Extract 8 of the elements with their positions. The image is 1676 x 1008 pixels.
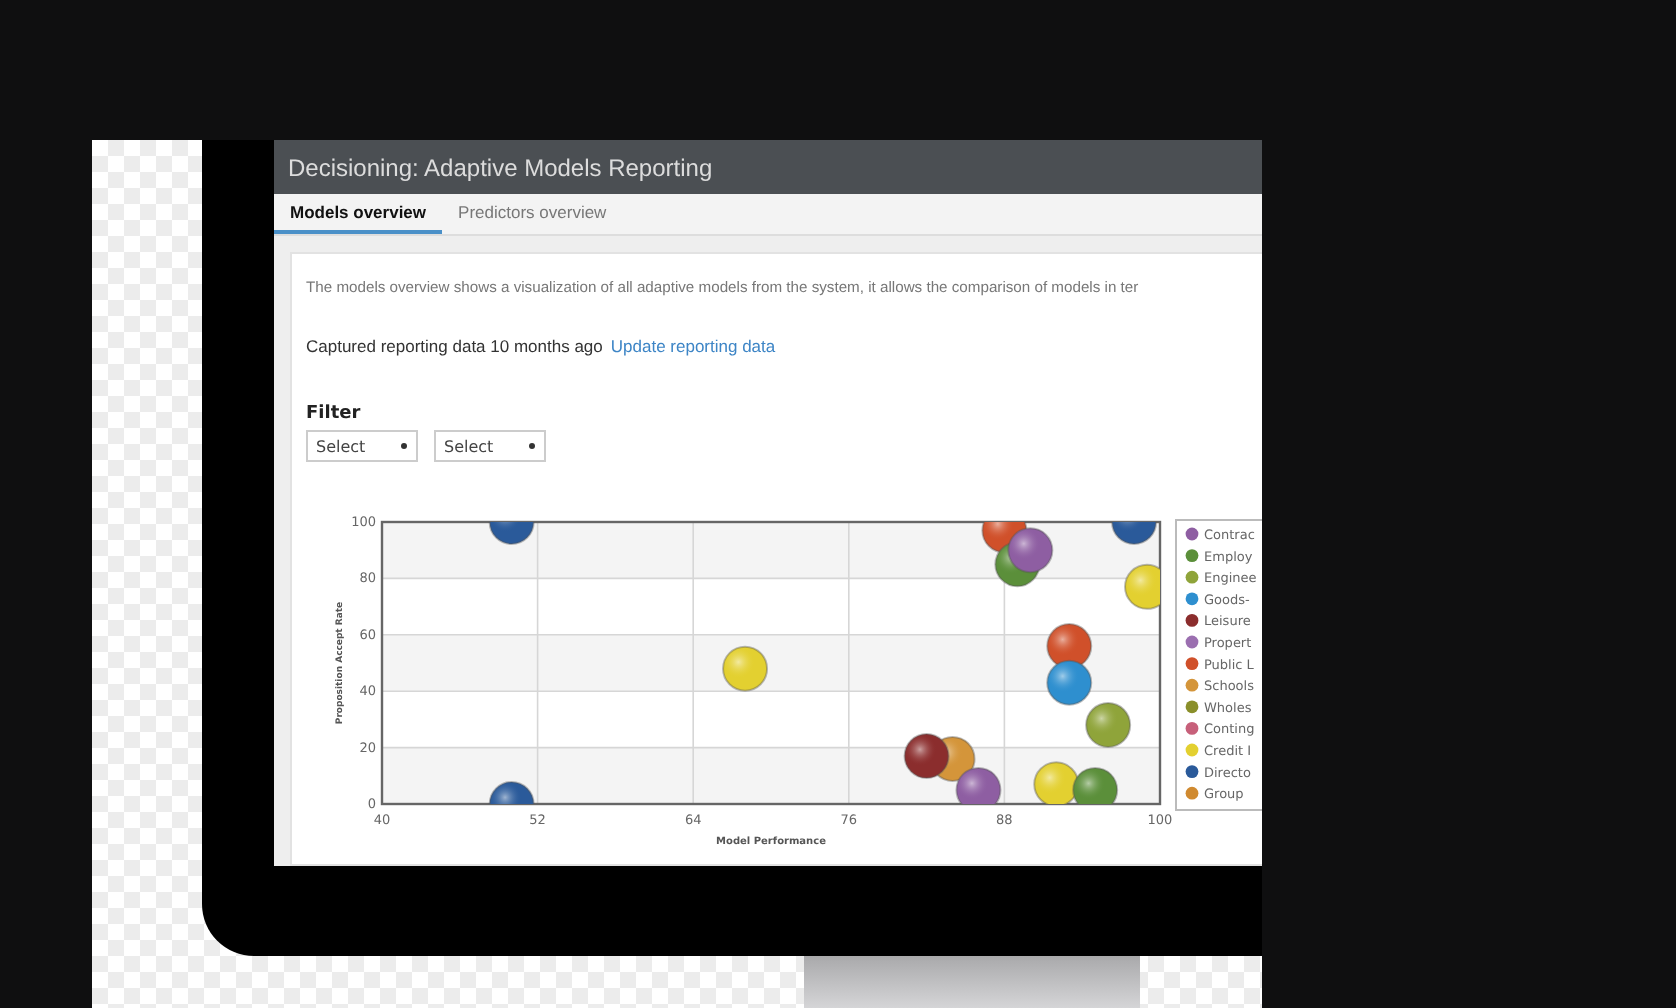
- tab[interactable]: Predictors overview: [442, 194, 623, 234]
- tab[interactable]: Models overview: [274, 194, 443, 234]
- window-title: Decisioning: Adaptive Models Reporting: [274, 140, 1262, 194]
- captured-text: Captured reporting data 10 months ago: [306, 336, 603, 356]
- select-dropdown[interactable]: Select: [306, 430, 418, 462]
- select-dropdown[interactable]: Select: [434, 430, 546, 462]
- update-link[interactable]: Update reporting data: [610, 336, 776, 356]
- filter-label: Filter: [306, 404, 363, 424]
